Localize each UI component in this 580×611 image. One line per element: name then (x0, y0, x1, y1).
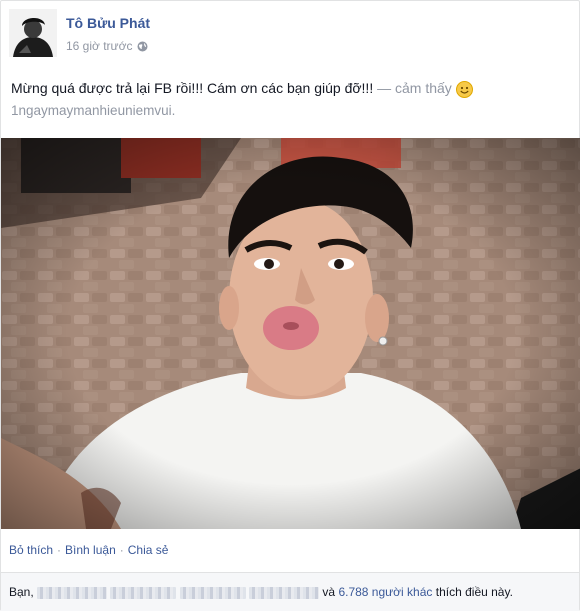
blurred-name (110, 586, 177, 599)
blurred-name (37, 586, 108, 599)
avatar[interactable] (9, 9, 57, 57)
action-bar: Bỏ thích · Bình luận · Chia sẻ (9, 543, 168, 557)
feeling-label: — cảm thấy (377, 80, 452, 96)
blurred-name (249, 586, 320, 599)
post-meta: 16 giờ trước (66, 39, 148, 53)
unlike-link[interactable]: Bỏ thích (9, 543, 53, 557)
likes-suffix: thích điều này. (435, 585, 513, 599)
likes-prefix: Bạn, (9, 585, 34, 599)
likes-summary: Bạn, và 6.788 người khác thích điều này. (1, 572, 579, 611)
post-timestamp[interactable]: 16 giờ trước (66, 39, 132, 53)
separator: · (57, 543, 62, 557)
likes-conjunction: và (322, 585, 336, 599)
likes-sentence: Bạn, và 6.788 người khác thích điều này. (9, 585, 513, 599)
author-name[interactable]: Tô Bửu Phát (66, 15, 150, 31)
post-photo[interactable] (1, 138, 580, 529)
separator: · (119, 543, 124, 557)
status-message: Mừng quá được trả lại FB rồi!!! Cám ơn c… (11, 77, 567, 122)
globe-icon[interactable] (137, 41, 148, 52)
status-text: Mừng quá được trả lại FB rồi!!! Cám ơn c… (11, 80, 374, 96)
others-link[interactable]: 6.788 người khác (338, 585, 432, 599)
share-link[interactable]: Chia sẻ (128, 543, 169, 557)
hashtag-link[interactable]: 1ngaymaymanhieuniemvui. (11, 103, 175, 118)
smile-emoji-icon (455, 80, 473, 98)
post-card: Tô Bửu Phát 16 giờ trước Mừng quá được t… (0, 0, 580, 611)
blurred-name (179, 586, 246, 599)
comment-link[interactable]: Bình luận (65, 543, 116, 557)
